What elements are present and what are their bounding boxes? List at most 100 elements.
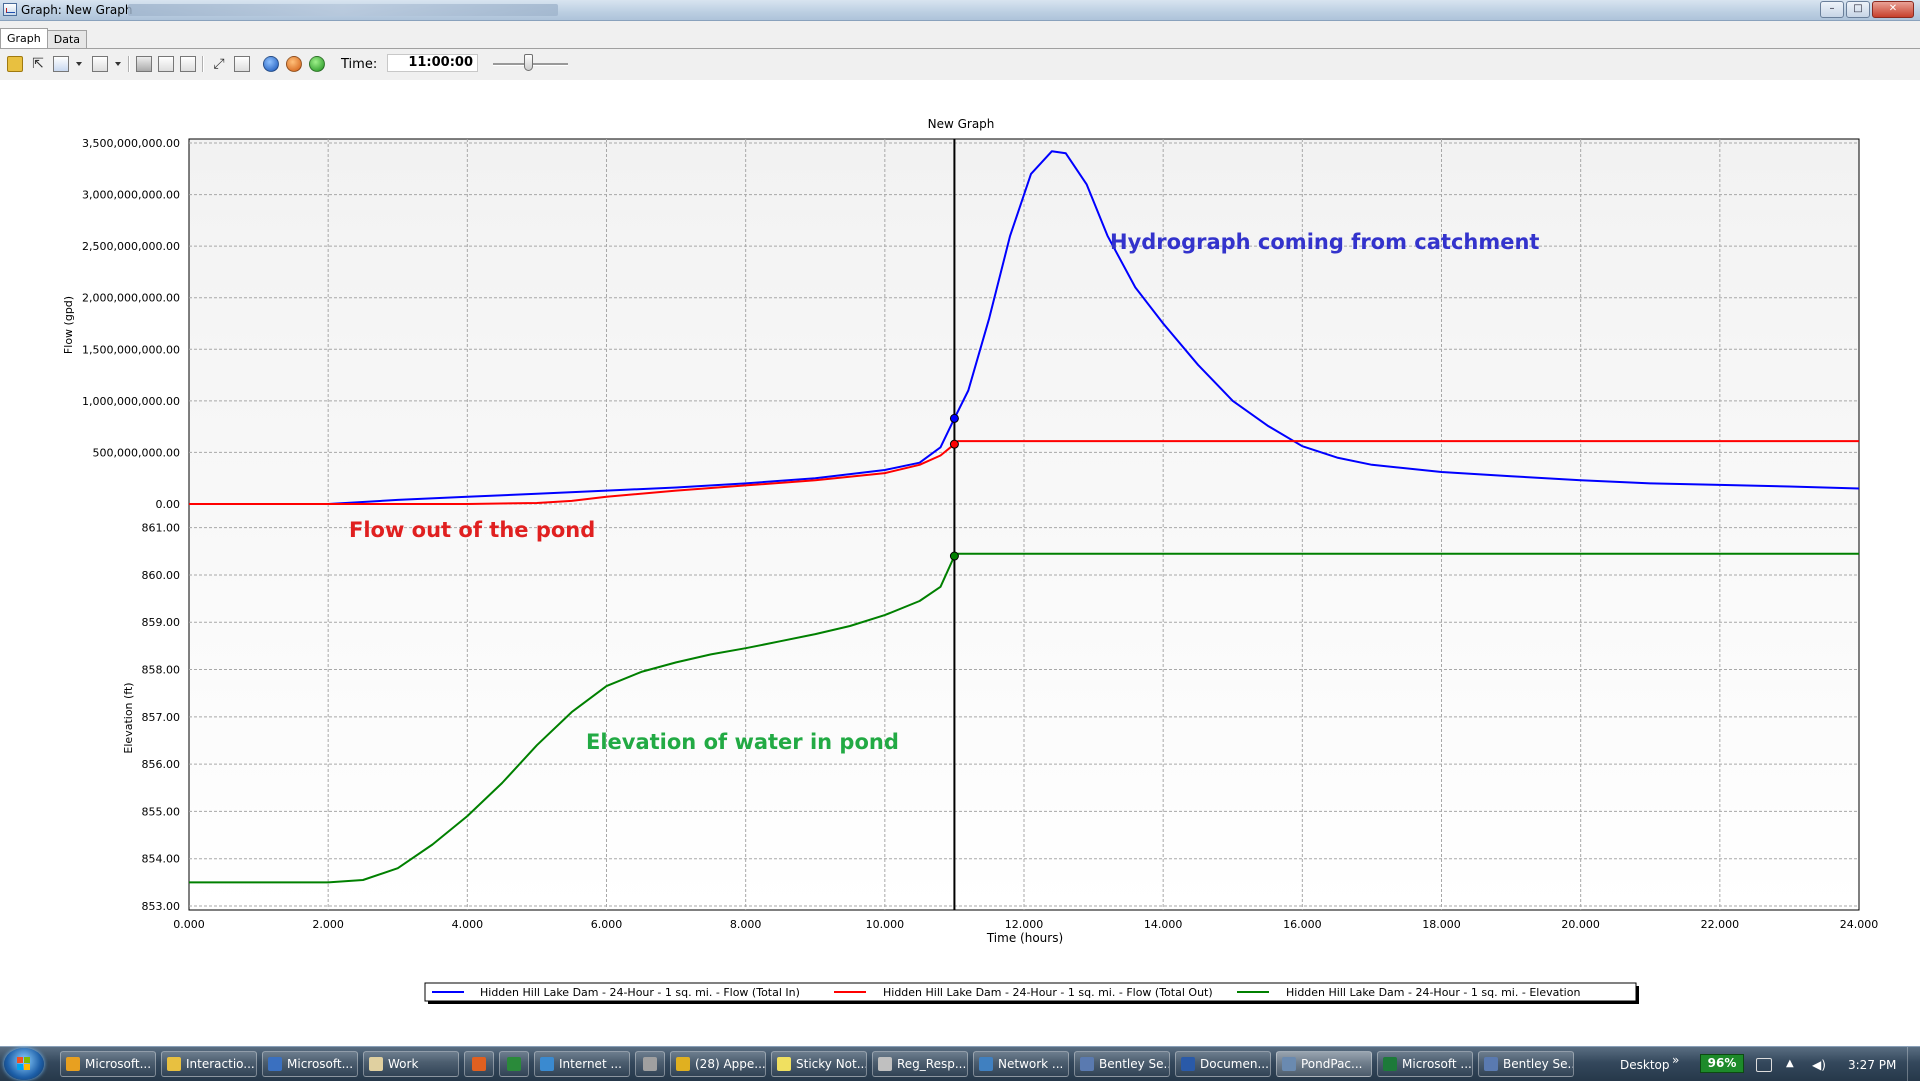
windows-logo-icon bbox=[17, 1057, 31, 1071]
show-hidden-icons-icon[interactable]: ▲ bbox=[1786, 1058, 1800, 1070]
taskbar-item[interactable]: PondPac... bbox=[1276, 1051, 1372, 1077]
taskbar-item-label: Documen... bbox=[1200, 1057, 1269, 1071]
taskbar-item-label: Bentley Se... bbox=[1503, 1057, 1574, 1071]
taskbar-item[interactable]: Interactio... bbox=[161, 1051, 257, 1077]
x-tick-label: 14.000 bbox=[1144, 918, 1183, 931]
taskbar-item[interactable]: Microsoft ... bbox=[1377, 1051, 1473, 1077]
taskbar-app-icon bbox=[369, 1057, 383, 1071]
elevation-axis-label: Elevation (ft) bbox=[122, 682, 135, 753]
volume-icon[interactable]: ◀) bbox=[1812, 1058, 1826, 1072]
taskbar-item[interactable]: Sticky Not... bbox=[771, 1051, 867, 1077]
taskbar-item[interactable]: Reg_Resp... bbox=[872, 1051, 968, 1077]
taskbar-item[interactable]: (28) Appe... bbox=[670, 1051, 766, 1077]
taskbar-item-label: Sticky Not... bbox=[796, 1057, 867, 1071]
taskbar-item[interactable]: Work bbox=[363, 1051, 459, 1077]
x-tick-label: 0.000 bbox=[173, 918, 205, 931]
time-axis-label: Time (hours) bbox=[986, 931, 1063, 945]
taskbar-item[interactable]: Internet ... bbox=[534, 1051, 630, 1077]
y-tick-label: 3,500,000,000.00 bbox=[82, 137, 180, 150]
battery-meter[interactable]: 96% bbox=[1700, 1054, 1744, 1073]
desktop-toolbar-label[interactable]: Desktop bbox=[1620, 1058, 1670, 1072]
taskbar-item-label: Bentley Se... bbox=[1099, 1057, 1170, 1071]
x-tick-label: 22.000 bbox=[1701, 918, 1740, 931]
annotation-elevation: Elevation of water in pond bbox=[586, 730, 899, 754]
taskbar: Microsoft... Interactio... Microsoft... Wor… bbox=[0, 1046, 1920, 1081]
legend-flow-out: Hidden Hill Lake Dam - 24-Hour - 1 sq. m… bbox=[883, 986, 1213, 999]
x-tick-label: 6.000 bbox=[591, 918, 623, 931]
legend-flow-in: Hidden Hill Lake Dam - 24-Hour - 1 sq. m… bbox=[480, 986, 800, 999]
taskbar-app-icon bbox=[268, 1057, 282, 1071]
flow-axis-label: Flow (gpd) bbox=[62, 296, 75, 354]
taskbar-app-icon bbox=[643, 1057, 657, 1071]
x-tick-label: 20.000 bbox=[1561, 918, 1600, 931]
annotation-hydrograph: Hydrograph coming from catchment bbox=[1110, 230, 1539, 254]
taskbar-item-label: Interactio... bbox=[186, 1057, 255, 1071]
taskbar-app-icon bbox=[1383, 1057, 1397, 1071]
taskbar-item-label: Microsoft... bbox=[85, 1057, 152, 1071]
y-tick-label: 857.00 bbox=[142, 711, 181, 724]
taskbar-item-label: Internet ... bbox=[559, 1057, 622, 1071]
y-tick-label: 500,000,000.00 bbox=[93, 446, 180, 459]
x-tick-label: 16.000 bbox=[1283, 918, 1322, 931]
taskbar-item[interactable]: Documen... bbox=[1175, 1051, 1271, 1077]
y-tick-label: 1,000,000,000.00 bbox=[82, 395, 180, 408]
taskbar-item-label: Microsoft... bbox=[287, 1057, 354, 1071]
taskbar-item-label: Microsoft ... bbox=[1402, 1057, 1472, 1071]
y-tick-label: 2,000,000,000.00 bbox=[82, 292, 180, 305]
taskbar-app-icon bbox=[66, 1057, 80, 1071]
y-tick-label: 853.00 bbox=[142, 900, 181, 913]
y-tick-label: 2,500,000,000.00 bbox=[82, 240, 180, 253]
x-tick-label: 8.000 bbox=[730, 918, 762, 931]
graph-area: New Graph 0.000 2.000 4.000 6.000 8.000 10.00… bbox=[0, 80, 1920, 1046]
taskbar-item[interactable]: Bentley Se... bbox=[1074, 1051, 1170, 1077]
taskbar-app-icon bbox=[979, 1057, 993, 1071]
x-tick-label: 24.000 bbox=[1840, 918, 1879, 931]
taskbar-app-icon bbox=[1181, 1057, 1195, 1071]
taskbar-app-icon bbox=[507, 1057, 521, 1071]
y-tick-label: 3,000,000,000.00 bbox=[82, 189, 180, 202]
x-tick-label: 12.000 bbox=[1005, 918, 1044, 931]
y-tick-label: 856.00 bbox=[142, 758, 181, 771]
taskbar-item[interactable]: Bentley Se... bbox=[1478, 1051, 1574, 1077]
taskbar-app-icon bbox=[676, 1057, 690, 1071]
taskbar-item[interactable] bbox=[635, 1051, 665, 1077]
taskbar-app-icon bbox=[1282, 1057, 1296, 1071]
taskbar-item-label: Work bbox=[388, 1057, 419, 1071]
legend-elevation: Hidden Hill Lake Dam - 24-Hour - 1 sq. m… bbox=[1286, 986, 1580, 999]
taskbar-item-label: Network ... bbox=[998, 1057, 1064, 1071]
taskbar-app-icon bbox=[540, 1057, 554, 1071]
taskbar-item-label: Reg_Resp... bbox=[897, 1057, 967, 1071]
taskbar-item-label: (28) Appe... bbox=[695, 1057, 766, 1071]
x-tick-label: 10.000 bbox=[866, 918, 905, 931]
taskbar-item[interactable] bbox=[464, 1051, 494, 1077]
taskbar-app-icon bbox=[1080, 1057, 1094, 1071]
taskbar-item[interactable]: Microsoft... bbox=[60, 1051, 156, 1077]
start-button[interactable] bbox=[4, 1048, 44, 1080]
y-tick-label: 0.00 bbox=[156, 498, 181, 511]
taskbar-item-label: PondPac... bbox=[1301, 1057, 1363, 1071]
power-icon[interactable] bbox=[1756, 1058, 1772, 1072]
current-value-marker bbox=[949, 413, 959, 423]
taskbar-app-icon bbox=[472, 1057, 486, 1071]
y-tick-label: 858.00 bbox=[142, 664, 181, 677]
chart-title: New Graph bbox=[928, 117, 995, 131]
taskbar-clock[interactable]: 3:27 PM bbox=[1848, 1058, 1896, 1072]
taskbar-app-icon bbox=[167, 1057, 181, 1071]
show-desktop-button[interactable] bbox=[1907, 1047, 1920, 1081]
x-tick-label: 4.000 bbox=[452, 918, 484, 931]
taskbar-item[interactable]: Microsoft... bbox=[262, 1051, 358, 1077]
y-tick-label: 861.00 bbox=[142, 522, 181, 535]
y-tick-label: 859.00 bbox=[142, 616, 181, 629]
y-tick-label: 855.00 bbox=[142, 805, 181, 818]
legend-shadow-bottom bbox=[428, 1001, 1639, 1004]
taskbar-app-icon bbox=[1484, 1057, 1498, 1071]
y-tick-label: 860.00 bbox=[142, 569, 181, 582]
x-tick-label: 18.000 bbox=[1422, 918, 1461, 931]
desktop-toolbar-chevron-icon[interactable]: » bbox=[1672, 1053, 1679, 1067]
current-value-marker bbox=[949, 439, 959, 449]
taskbar-app-icon bbox=[878, 1057, 892, 1071]
taskbar-item[interactable]: Network ... bbox=[973, 1051, 1069, 1077]
taskbar-item[interactable] bbox=[499, 1051, 529, 1077]
current-value-marker bbox=[949, 551, 959, 561]
annotation-flow-out: Flow out of the pond bbox=[349, 518, 595, 542]
